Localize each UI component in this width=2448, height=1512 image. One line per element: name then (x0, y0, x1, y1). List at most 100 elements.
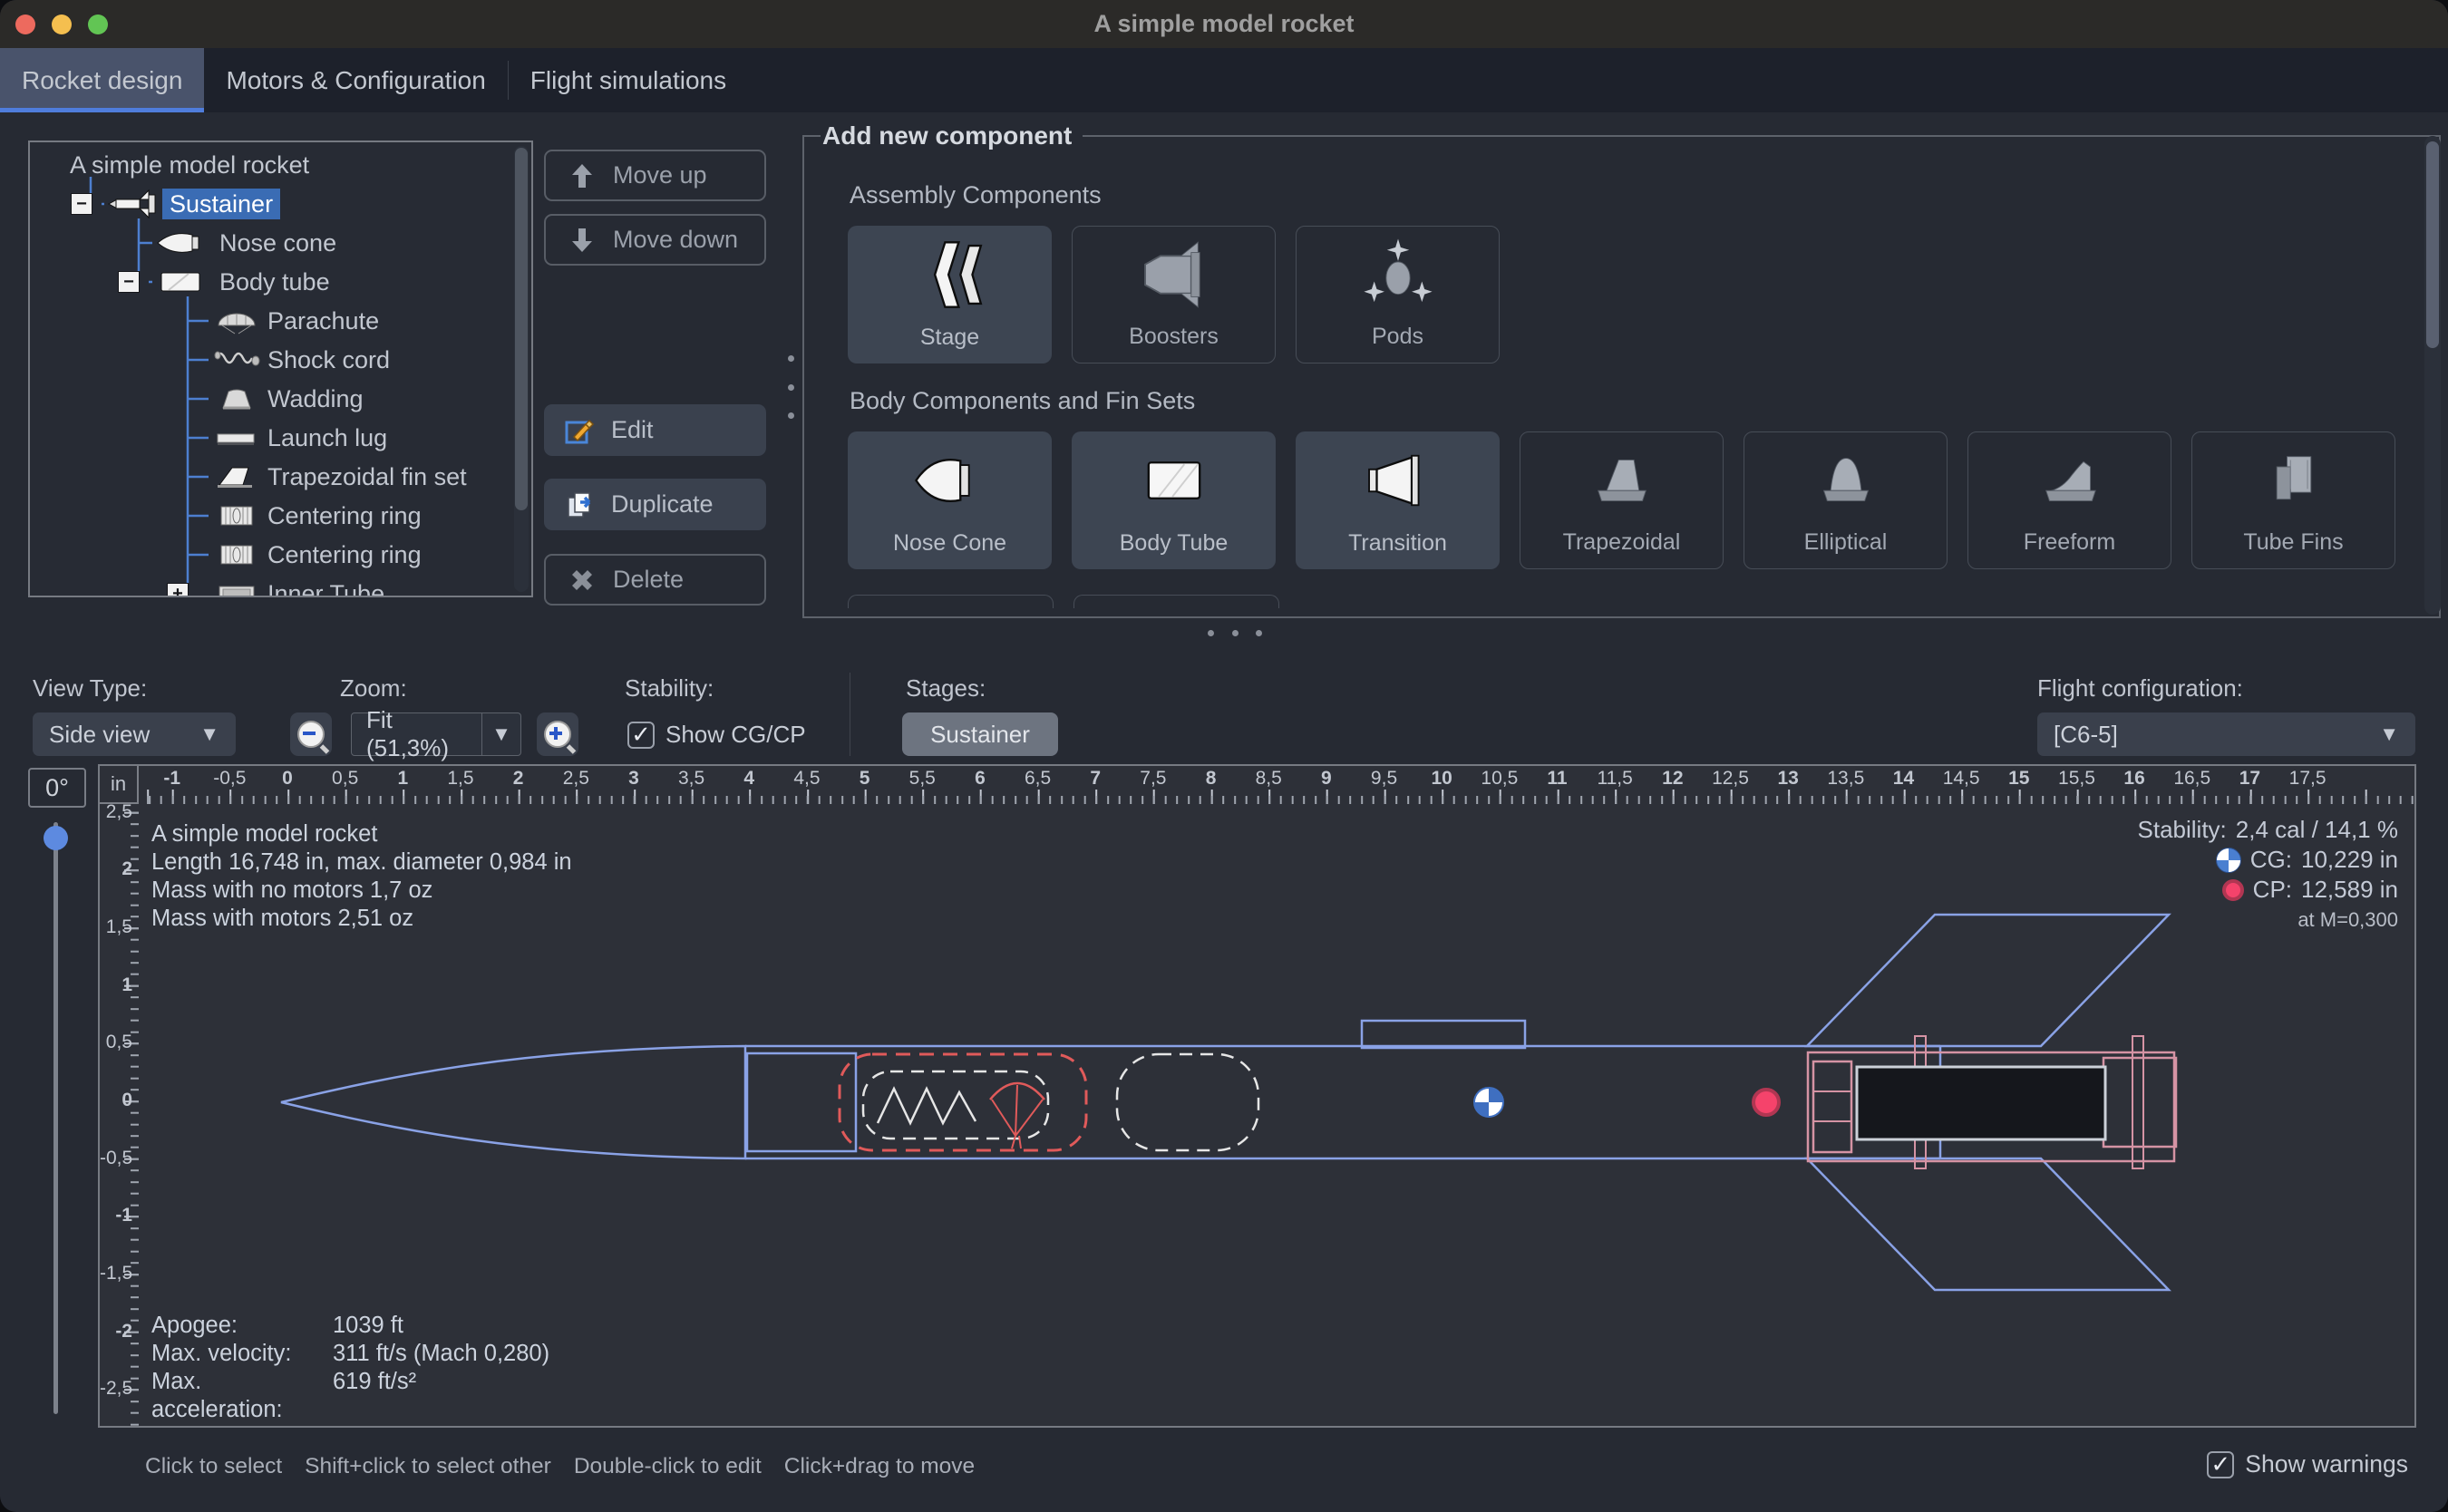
tree-item-centering-ring[interactable]: Centering ring (260, 500, 429, 531)
tree-scrollbar-thumb[interactable] (515, 148, 528, 510)
tile-label-stage: Stage (920, 325, 979, 351)
show-warnings-checkbox[interactable]: ✓ (2207, 1451, 2234, 1478)
nose-cone-icon (900, 431, 1000, 530)
nose-cone-outline[interactable] (281, 1046, 745, 1158)
flight-config-dropdown[interactable]: [C6-5] ▼ (2037, 712, 2415, 756)
partial-tile[interactable] (1073, 595, 1279, 608)
tree-item-wadding[interactable]: Wadding (260, 383, 371, 414)
flight-data-block: Apogee:1039 ft Max. velocity:311 ft/s (M… (151, 1312, 549, 1424)
cg-caption: CG: (2250, 845, 2292, 875)
tree-item-body-tube[interactable]: Body tube (212, 267, 337, 297)
move-down-button[interactable]: Move down (544, 214, 766, 266)
window-scrollbar-thumb[interactable] (2426, 141, 2439, 348)
wadding-outline[interactable] (1117, 1054, 1258, 1150)
show-cgcp-checkbox[interactable]: ✓ (627, 722, 655, 749)
tree-item-inner-tube[interactable]: Inner Tube (260, 578, 392, 597)
tree-expander-expand[interactable]: + (167, 583, 189, 597)
fin-top-outline[interactable] (1807, 915, 2169, 1046)
rotation-angle-box[interactable]: 0° (28, 768, 86, 808)
view-type-dropdown[interactable]: Side view ▼ (33, 712, 236, 756)
zoom-level-combo[interactable]: Fit (51,3%) ▼ (351, 712, 521, 756)
add-component-panel: Add new component Assembly ComponentsSta… (802, 121, 2441, 618)
nose-shoulder-outline[interactable] (747, 1053, 856, 1151)
section-label-body-components-and-fin-sets: Body Components and Fin Sets (850, 387, 2395, 415)
add-component-title: Add new component (821, 121, 1083, 150)
stage-toggle-sustainer[interactable]: Sustainer (902, 712, 1058, 756)
tree-expander-collapse[interactable]: − (118, 271, 140, 293)
engine-block-outline[interactable] (2103, 1058, 2176, 1147)
tree-root-item[interactable]: A simple model rocket (63, 150, 316, 180)
add-boosters-button[interactable]: Boosters (1072, 226, 1276, 363)
move-up-button[interactable]: Move up (544, 150, 766, 201)
rotation-slider-track[interactable] (53, 822, 58, 1414)
tile-label-tube-fins: Tube Fins (2243, 529, 2343, 556)
edit-label: Edit (611, 416, 654, 444)
tree-item-launch-lug[interactable]: Launch lug (260, 422, 394, 453)
delete-x-icon (566, 564, 598, 596)
hint-click-drag: Click+drag to move (784, 1454, 975, 1479)
tab-motors-configuration[interactable]: Motors & Configuration (204, 48, 507, 112)
launch-lug-outline[interactable] (1362, 1021, 1525, 1048)
add-elliptical-button[interactable]: Elliptical (1744, 431, 1948, 569)
body-tube-icon (1124, 431, 1224, 530)
rocket-info-block: A simple model rocket Length 16,748 in, … (151, 820, 572, 933)
stability-value: 2,4 cal / 14,1 % (2236, 815, 2398, 845)
stage-icon (900, 226, 1000, 325)
arrow-up-icon (566, 160, 598, 192)
freeform-fin-icon (2020, 432, 2120, 529)
rocket-canvas[interactable]: -1-0,500,511,522,533,544,555,566,577,588… (98, 764, 2416, 1428)
centering-ring-outline[interactable] (1813, 1061, 1851, 1152)
tree-scrollbar[interactable] (514, 146, 529, 592)
partial-tile[interactable] (848, 595, 1054, 608)
zoom-in-button[interactable] (537, 712, 578, 756)
cp-marker (1753, 1090, 1779, 1115)
tree-item-shock-cord[interactable]: Shock cord (260, 344, 397, 375)
body-tube-icon (154, 266, 207, 298)
trapezoidal-fin-icon (1572, 432, 1672, 529)
magnifier-minus-icon (297, 721, 325, 748)
vertical-splitter-handle[interactable] (787, 355, 794, 419)
tree-expander-collapse[interactable]: − (71, 193, 92, 215)
add-pods-button[interactable]: Pods (1296, 226, 1500, 363)
rocket-stage-icon (106, 188, 159, 220)
cp-value: 12,589 in (2301, 875, 2398, 905)
duplicate-button[interactable]: Duplicate (544, 479, 766, 530)
add-stage-button[interactable]: Stage (848, 226, 1052, 363)
tree-item-nose-cone[interactable]: Nose cone (212, 228, 344, 258)
add-trapezoidal-button[interactable]: Trapezoidal (1520, 431, 1724, 569)
delete-button[interactable]: Delete (544, 554, 766, 606)
add-transition-button[interactable]: Transition (1296, 431, 1500, 569)
show-cgcp-label: Show CG/CP (665, 721, 806, 749)
shock-cord-zigzag (878, 1089, 976, 1123)
add-tube-fins-button[interactable]: Tube Fins (2191, 431, 2395, 569)
pods-icon (1348, 227, 1448, 324)
tree-item-parachute[interactable]: Parachute (260, 305, 386, 336)
horizontal-resize-handle[interactable] (1208, 629, 1262, 636)
inner-tube-icon (210, 577, 263, 597)
tree-item-centering-ring[interactable]: Centering ring (260, 539, 429, 570)
tree-item-trapezoidal-fin-set[interactable]: Trapezoidal fin set (260, 461, 474, 492)
rotation-slider-thumb[interactable] (44, 826, 68, 850)
hint-click-select: Click to select (145, 1454, 282, 1479)
fin-tab-rear-outline (2132, 1036, 2143, 1168)
duplicate-copy-icon (564, 489, 597, 521)
window-scrollbar[interactable] (2424, 136, 2441, 615)
centering-ring-lines (1813, 1091, 1851, 1121)
tab-flight-simulations[interactable]: Flight simulations (509, 48, 748, 112)
zoom-out-button[interactable] (290, 712, 332, 756)
arrow-down-icon (566, 224, 598, 257)
tile-label-elliptical: Elliptical (1804, 529, 1888, 556)
launch-lug-icon (210, 422, 263, 454)
tile-label-freeform: Freeform (2024, 529, 2115, 556)
add-freeform-button[interactable]: Freeform (1967, 431, 2171, 569)
edit-button[interactable]: Edit (544, 404, 766, 456)
fin-bottom-outline[interactable] (1807, 1158, 2169, 1290)
zoom-level-value: Fit (51,3%) (352, 706, 481, 762)
wadding-icon (210, 383, 263, 415)
add-nose-cone-button[interactable]: Nose Cone (848, 431, 1052, 569)
tree-item-sustainer[interactable]: Sustainer (162, 189, 280, 219)
cg-legend-icon (2216, 848, 2241, 873)
add-body-tube-button[interactable]: Body Tube (1072, 431, 1276, 569)
tab-rocket-design[interactable]: Rocket design (0, 48, 204, 112)
motor-c6-5[interactable] (1857, 1067, 2105, 1139)
